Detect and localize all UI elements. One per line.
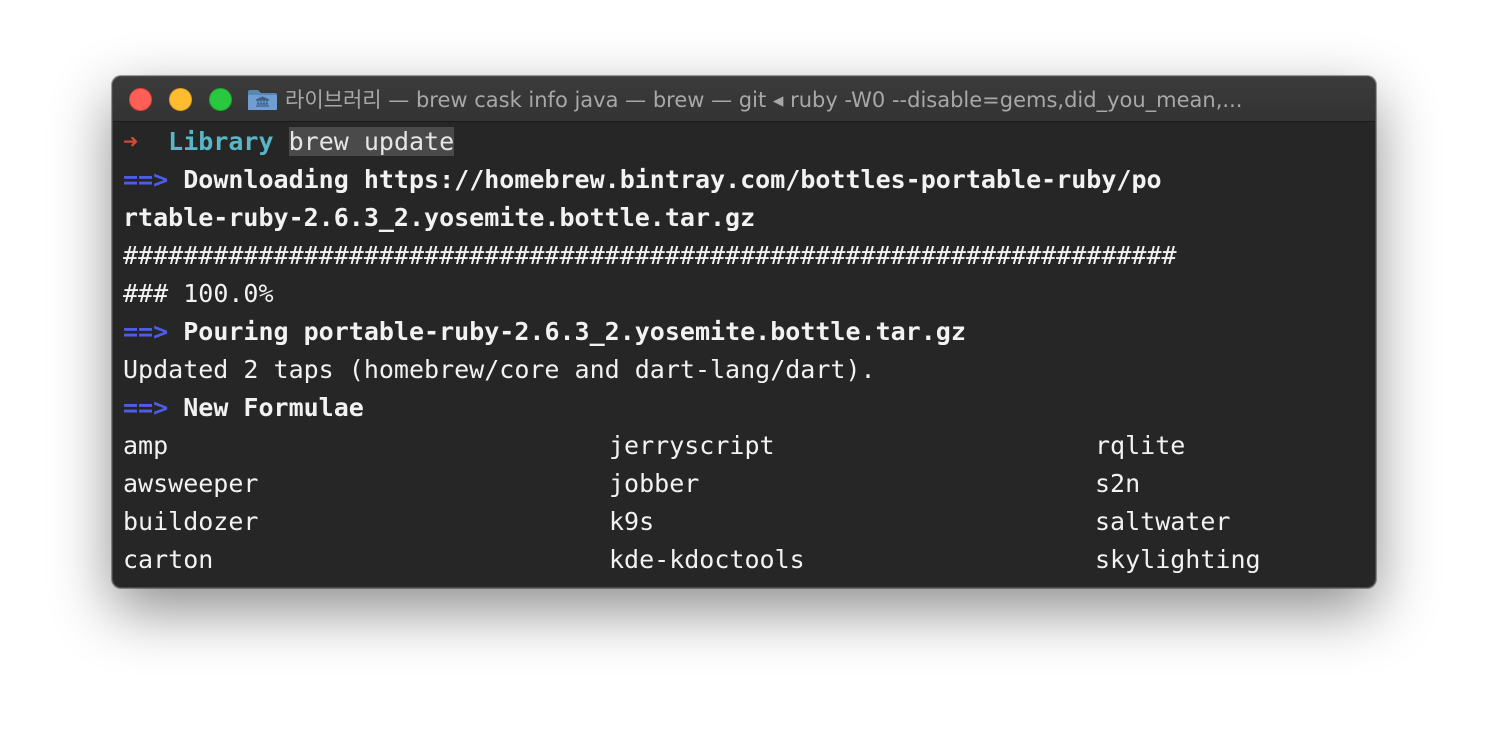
progress-bar-hashes: ########################################… [123,241,1177,270]
formula-name: skylighting [1095,545,1261,574]
pouring-line: ==> Pouring portable-ruby-2.6.3_2.yosemi… [123,313,1368,351]
download-text-cont: rtable-ruby-2.6.3_2.yosemite.bottle.tar.… [123,203,756,232]
formula-name: amp [123,431,169,460]
close-button[interactable] [129,88,152,111]
formula-name: buildozer [123,507,259,536]
formula-row: amp jerryscript rqlite [123,427,1368,465]
new-formulae-header: New Formulae [183,393,364,422]
progress-hashes-cont: ### [123,279,169,308]
arrow-marker: ==> [123,317,169,346]
progress-line: ### 100.0% [123,275,1368,313]
formula-row: carton kde-kdoctools skylighting [123,541,1368,579]
pouring-text: Pouring portable-ruby-2.6.3_2.yosemite.b… [183,317,966,346]
download-line: ==> Downloading https://homebrew.bintray… [123,161,1368,199]
updated-taps-line: Updated 2 taps (homebrew/core and dart-l… [123,355,876,384]
prompt-line: ➜ Library brew update [123,123,1368,161]
title-bar[interactable]: 라이브러리 — brew cask info java — brew — git… [113,77,1375,122]
arrow-marker: ==> [123,393,169,422]
prompt-directory: Library [168,127,274,156]
terminal-output[interactable]: ➜ Library brew update ==> Downloading ht… [123,123,1368,579]
download-text: Downloading https://homebrew.bintray.com… [183,165,1162,194]
formula-row: awsweeper jobber s2n [123,465,1368,503]
formula-name: k9s [609,507,655,536]
window-title: 라이브러리 — brew cask info java — brew — git… [285,88,1243,112]
minimize-button[interactable] [169,88,192,111]
new-formulae-header-line: ==> New Formulae [123,389,1368,427]
formula-name: saltwater [1095,507,1231,536]
typed-command: brew update [288,127,455,156]
formula-name: awsweeper [123,469,259,498]
arrow-marker: ==> [123,165,169,194]
progress-percent: 100.0% [183,279,274,308]
formula-name: s2n [1095,469,1141,498]
formula-row: buildozer k9s saltwater [123,503,1368,541]
formula-name: carton [123,545,214,574]
terminal-window: 라이브러리 — brew cask info java — brew — git… [112,76,1376,588]
formula-name: rqlite [1095,431,1186,460]
folder-icon [248,90,277,110]
zoom-button[interactable] [209,88,232,111]
formula-name: jobber [609,469,700,498]
formula-name: jerryscript [609,431,775,460]
formula-name: kde-kdoctools [609,545,805,574]
prompt-arrow-icon: ➜ [123,127,139,156]
